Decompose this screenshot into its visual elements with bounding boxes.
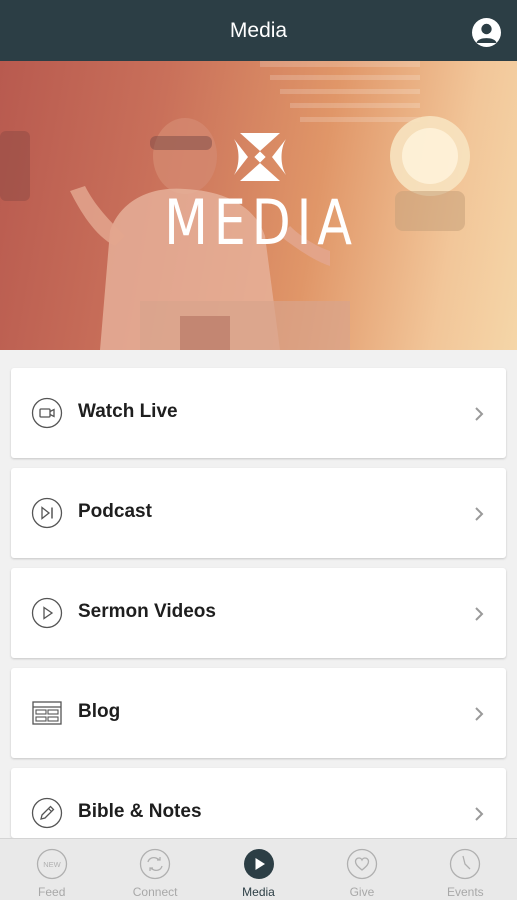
tab-label: Give (349, 885, 375, 899)
tab-label: Events (446, 885, 484, 899)
video-camera-icon (31, 397, 63, 429)
hero-banner: MEDIA (0, 61, 517, 350)
newspaper-icon (32, 701, 62, 725)
chevron-right-icon (475, 707, 484, 721)
pencil-icon (31, 797, 63, 829)
tab-label: Feed (38, 885, 66, 899)
menu-item-label: Blog (78, 701, 121, 722)
menu-item-label: Sermon Videos (78, 601, 216, 622)
chevron-right-icon (475, 607, 484, 621)
menu-item-label: Watch Live (78, 401, 178, 422)
menu-item-label: Bible & Notes (78, 801, 202, 822)
menu-item-watch-live[interactable]: Watch Live (11, 368, 506, 458)
chevron-right-icon (475, 407, 484, 421)
hero-title: MEDIA (164, 186, 358, 259)
play-icon (31, 597, 63, 629)
tab-connect[interactable]: Connect (103, 839, 206, 900)
page-title: Media (229, 18, 288, 42)
app-header: Media (0, 0, 517, 61)
tab-events[interactable]: Events (414, 839, 517, 900)
svg-text:NEW: NEW (43, 860, 61, 869)
tab-give[interactable]: Give (310, 839, 413, 900)
user-icon (476, 23, 497, 43)
chevron-right-icon (475, 507, 484, 521)
new-badge-icon: NEW (36, 848, 67, 880)
menu-item-blog[interactable]: Blog (11, 668, 506, 758)
tab-label: Connect (132, 885, 178, 899)
church-logo-icon (234, 133, 286, 181)
clock-icon (450, 848, 481, 880)
play-pause-icon (31, 497, 63, 529)
heart-icon (346, 848, 378, 880)
chevron-right-icon (475, 807, 484, 821)
tab-feed[interactable]: NEW Feed (0, 839, 103, 900)
menu-item-sermon-videos[interactable]: Sermon Videos (11, 568, 506, 658)
menu-item-bible-notes[interactable]: Bible & Notes (11, 768, 506, 838)
menu-item-label: Podcast (78, 501, 152, 522)
profile-button[interactable] (472, 18, 501, 47)
bottom-tab-bar: NEW Feed Connect Media Give Events (0, 838, 517, 900)
tab-media[interactable]: Media (207, 839, 310, 900)
play-circle-icon (243, 849, 274, 879)
tab-label: Media (242, 885, 275, 899)
sync-arrows-icon (139, 848, 171, 880)
menu-item-podcast[interactable]: Podcast (11, 468, 506, 558)
